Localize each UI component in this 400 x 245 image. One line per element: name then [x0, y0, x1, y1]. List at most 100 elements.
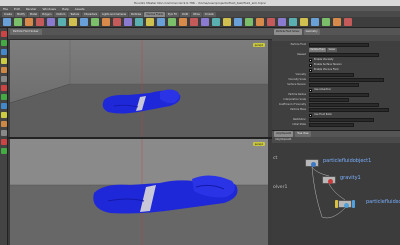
shelf-tool-icon[interactable] — [322, 18, 330, 26]
shelf-tool-icon[interactable] — [311, 18, 319, 26]
param-row: Particle Fluid — [276, 43, 396, 47]
render-flag[interactable] — [352, 200, 355, 208]
param-field[interactable] — [309, 73, 354, 77]
shelf-tool-icon[interactable] — [344, 18, 352, 26]
param-row: Particle Radius — [276, 93, 396, 97]
node-gravity[interactable] — [322, 176, 336, 184]
shelf-tool-icon[interactable] — [267, 18, 275, 26]
shelf-tool-icon[interactable] — [289, 18, 297, 26]
camera-badge[interactable]: persp1 — [252, 142, 265, 146]
param-field[interactable] — [309, 103, 379, 107]
shelf-tool-icon[interactable] — [3, 18, 11, 26]
toolbox-tool-icon[interactable] — [1, 58, 7, 64]
network-side-label: ct — [273, 156, 278, 161]
network-editor[interactable]: ct olver1 particlefluidobject1 gravity1 … — [272, 143, 400, 245]
shelf-tool-icon[interactable] — [135, 18, 143, 26]
param-field[interactable] — [309, 108, 389, 112]
param-checkbox[interactable] — [309, 113, 312, 117]
shelf-tool-icon[interactable] — [14, 18, 22, 26]
fluid-solver-icon — [343, 202, 349, 208]
param-row: Enable Viscosity — [276, 58, 396, 62]
shelf-tool-icon[interactable] — [25, 18, 33, 26]
toolbox-tool-icon[interactable] — [1, 67, 7, 73]
shelf-tool-icon[interactable] — [201, 18, 209, 26]
network-header: /obj/dopnet1 Tree View — [272, 130, 400, 137]
shelf-tool-icon[interactable] — [190, 18, 198, 26]
node-particlefluidobject[interactable] — [305, 159, 319, 167]
shelf-tool-icon[interactable] — [333, 18, 341, 26]
param-field[interactable] — [309, 43, 369, 47]
toolbox-tool-icon[interactable] — [1, 112, 7, 118]
param-label: Surface Tension — [287, 83, 306, 86]
toolbox-tool-icon[interactable] — [1, 31, 7, 37]
param-subtab[interactable]: Particle Fluid — [309, 48, 327, 52]
params-header: Particle Fluid Solver Geometry — [272, 28, 400, 35]
viewer-tab[interactable]: Particle Fluid Solver — [10, 28, 42, 35]
param-row: Reseed — [276, 53, 396, 57]
shelf-tool-icon[interactable] — [300, 18, 308, 26]
shelf-tool-icon[interactable] — [234, 18, 242, 26]
param-subtabs: Particle Fluid Solver — [309, 48, 337, 52]
toolbox-tool-icon[interactable] — [1, 130, 7, 136]
shelf-tool-icon[interactable] — [245, 18, 253, 26]
shelf-tool-icon[interactable] — [179, 18, 187, 26]
params-tab[interactable]: Geometry — [303, 28, 320, 35]
shelf-tool-icon[interactable] — [36, 18, 44, 26]
toolbox-tool-icon[interactable] — [1, 139, 7, 145]
param-field[interactable] — [309, 78, 384, 82]
node-label: gravity1 — [340, 175, 361, 181]
shelf-tool-icon[interactable] — [47, 18, 55, 26]
menu-item[interactable]: Windows — [40, 7, 59, 11]
shelf-tool-icon[interactable] — [256, 18, 264, 26]
menu-item[interactable]: Assets — [72, 7, 88, 11]
param-checkbox-label: Enable Viscosity — [314, 58, 334, 61]
menu-item[interactable]: Render — [23, 7, 40, 11]
param-checkbox[interactable] — [309, 58, 312, 62]
param-field[interactable] — [309, 123, 354, 127]
param-row: Enable Surface Tension — [276, 63, 396, 67]
viewport-top[interactable]: persp1 — [10, 40, 268, 137]
camera-badge[interactable]: persp1 — [252, 43, 265, 47]
toolbox-tool-icon[interactable] — [1, 148, 7, 154]
param-checkbox[interactable] — [309, 68, 312, 72]
viewport-bottom[interactable]: persp1 — [10, 139, 268, 245]
param-field[interactable] — [309, 83, 359, 87]
toolbox-tool-icon[interactable] — [1, 121, 7, 127]
param-field[interactable] — [309, 118, 374, 122]
param-field[interactable] — [309, 98, 349, 102]
shelf-tool-icon[interactable] — [168, 18, 176, 26]
params-tab[interactable]: Particle Fluid Solver — [274, 28, 302, 35]
param-checkbox-label: Enable Surface Tension — [314, 63, 342, 66]
shelf-tool-icon[interactable] — [58, 18, 66, 26]
param-checkbox[interactable] — [309, 88, 312, 92]
menu-item[interactable]: Help — [59, 7, 72, 11]
toolbox-tool-icon[interactable] — [1, 76, 7, 82]
node-label: particlefluidso — [366, 199, 400, 205]
shelf-tool-icon[interactable] — [223, 18, 231, 26]
menu-item[interactable]: Edit — [11, 7, 23, 11]
shelf-tool-icon[interactable] — [157, 18, 165, 26]
menu-item[interactable]: File — [0, 7, 11, 11]
shelf-tool-icon[interactable] — [91, 18, 99, 26]
param-checkbox[interactable] — [309, 63, 312, 67]
shelf-tool-icon[interactable] — [124, 18, 132, 26]
param-row: Coefficient of Viscosity — [276, 103, 396, 107]
param-field[interactable] — [309, 93, 369, 97]
param-checkbox-label: Use Advection — [314, 88, 332, 91]
param-row: Surface Tension — [276, 83, 396, 87]
shelf-tool-icon[interactable] — [69, 18, 77, 26]
toolbox-tool-icon[interactable] — [1, 40, 7, 46]
toolbox-tool-icon[interactable] — [1, 103, 7, 109]
toolbox-tool-icon[interactable] — [1, 94, 7, 100]
shelf-tool-icon[interactable] — [113, 18, 121, 26]
toolbox-tool-icon[interactable] — [1, 85, 7, 91]
shelf-tool-icon[interactable] — [80, 18, 88, 26]
param-subtab[interactable]: Solver — [327, 48, 337, 52]
node-particlefluidsolver[interactable] — [338, 200, 352, 208]
param-field[interactable] — [309, 53, 379, 57]
shelf-tool-icon[interactable] — [102, 18, 110, 26]
shelf-tool-icon[interactable] — [146, 18, 154, 26]
toolbox-tool-icon[interactable] — [1, 49, 7, 55]
shelf-tool-icon[interactable] — [278, 18, 286, 26]
shelf-tool-icon[interactable] — [212, 18, 220, 26]
